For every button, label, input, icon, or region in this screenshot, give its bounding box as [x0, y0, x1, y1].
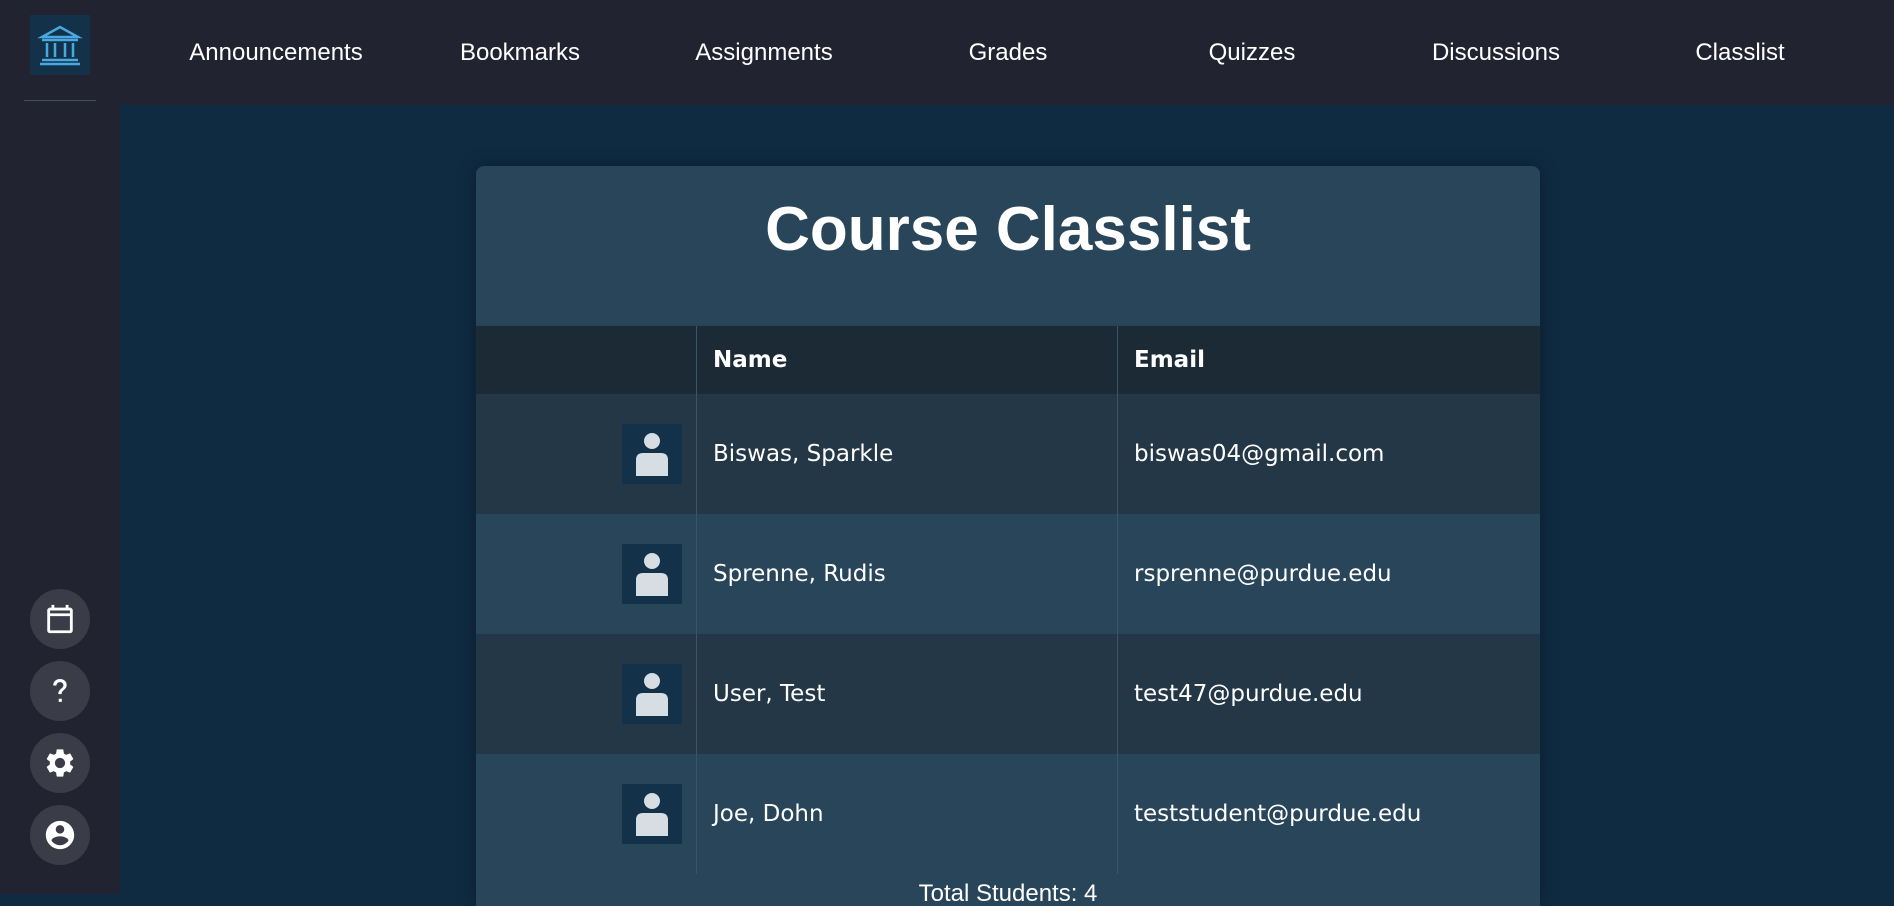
account-button[interactable]	[30, 805, 90, 865]
person-icon	[636, 433, 668, 476]
student-name: Sprenne, Rudis	[713, 561, 886, 587]
settings-button[interactable]	[30, 733, 90, 793]
table-header: Name Email	[476, 326, 1540, 394]
person-icon	[636, 793, 668, 836]
nav-bookmarks[interactable]: Bookmarks	[398, 0, 642, 105]
table-row: Joe, Dohn teststudent@purdue.edu	[476, 754, 1540, 874]
home-logo[interactable]	[30, 15, 90, 75]
help-icon	[53, 678, 67, 702]
student-email: teststudent@purdue.edu	[1134, 801, 1422, 827]
nav-classlist[interactable]: Classlist	[1618, 0, 1862, 105]
nav-announcements[interactable]: Announcements	[154, 0, 398, 105]
avatar	[622, 544, 682, 604]
table-row: User, Test test47@purdue.edu	[476, 634, 1540, 754]
top-nav: Announcements Bookmarks Assignments Grad…	[120, 0, 1894, 105]
help-button[interactable]	[30, 661, 90, 721]
calendar-icon	[47, 604, 73, 634]
account-icon	[45, 820, 75, 850]
nav-quizzes[interactable]: Quizzes	[1130, 0, 1374, 105]
total-students: Total Students: 4	[918, 880, 1098, 906]
avatar	[622, 784, 682, 844]
avatar	[622, 664, 682, 724]
person-icon	[636, 673, 668, 716]
student-email: rsprenne@purdue.edu	[1134, 561, 1392, 587]
classlist-card: Course Classlist Name Email Biswas, Spar…	[476, 166, 1540, 906]
calendar-button[interactable]	[30, 589, 90, 649]
student-name: User, Test	[713, 681, 826, 707]
student-email: biswas04@gmail.com	[1134, 441, 1385, 467]
student-email: test47@purdue.edu	[1134, 681, 1363, 707]
table-row: Biswas, Sparkle biswas04@gmail.com	[476, 394, 1540, 514]
institution-icon	[37, 25, 83, 66]
person-icon	[636, 553, 668, 596]
table-row: Sprenne, Rudis rsprenne@purdue.edu	[476, 514, 1540, 634]
column-divider	[1117, 326, 1118, 874]
gear-icon	[46, 749, 74, 777]
sidebar-divider	[24, 100, 96, 101]
nav-grades[interactable]: Grades	[886, 0, 1130, 105]
column-header-name: Name	[713, 347, 788, 373]
avatar	[622, 424, 682, 484]
page-title: Course Classlist	[765, 195, 1251, 264]
nav-discussions[interactable]: Discussions	[1374, 0, 1618, 105]
column-header-email: Email	[1134, 347, 1205, 373]
nav-assignments[interactable]: Assignments	[642, 0, 886, 105]
column-divider	[696, 326, 697, 874]
sidebar	[0, 0, 120, 894]
student-name: Biswas, Sparkle	[713, 441, 894, 467]
student-name: Joe, Dohn	[713, 801, 824, 827]
